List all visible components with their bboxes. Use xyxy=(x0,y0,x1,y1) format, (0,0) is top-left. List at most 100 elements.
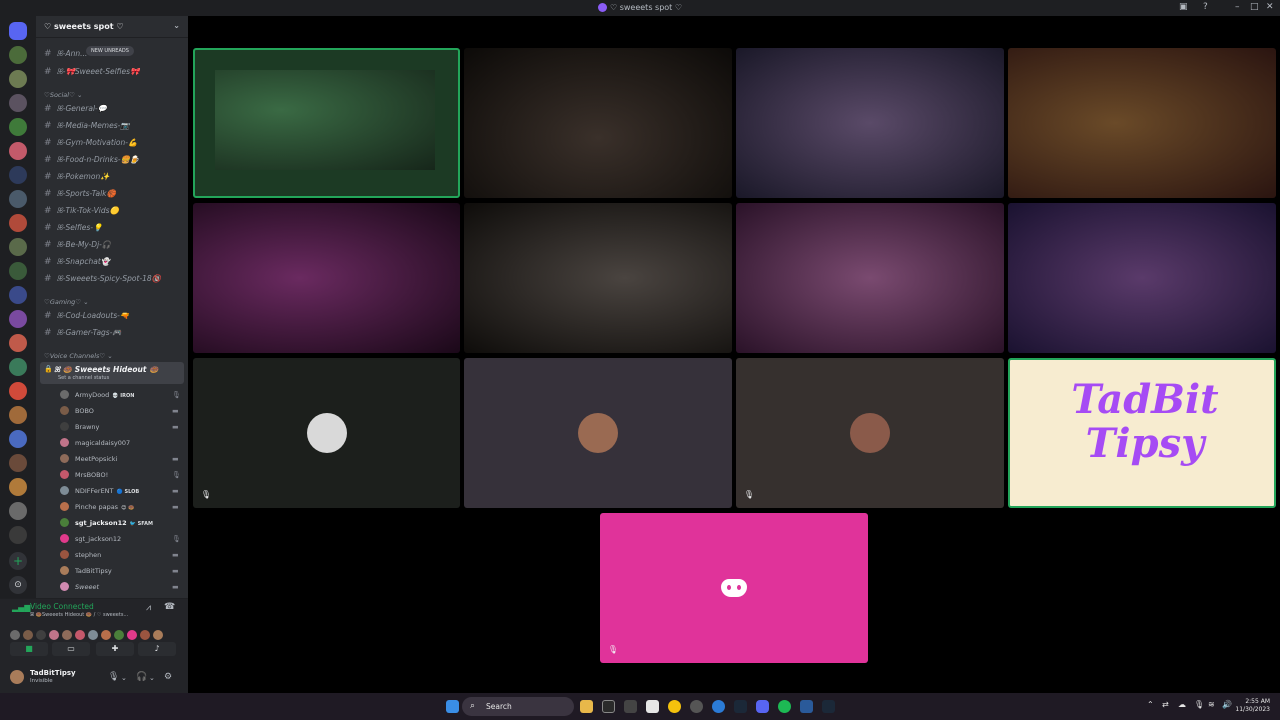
channel-item[interactable]: # ꕤ-Sweeets-Spicy-Spot-18🔞 xyxy=(44,273,161,285)
channel-item[interactable]: # ꕤ-Cod-Loadouts-🔫 xyxy=(44,310,129,322)
channel-item[interactable]: # ꕤ-🎀Sweeet-Selfies🎀 xyxy=(44,66,139,78)
channel-item[interactable]: # ꕤ-Selfies-💡 xyxy=(44,222,102,234)
voice-member[interactable]: stephen ▬ xyxy=(60,548,179,562)
avatar[interactable] xyxy=(23,630,33,640)
taskbar-search[interactable]: ⌕ Search xyxy=(462,697,574,716)
voice-member[interactable]: magicaldaisy007 xyxy=(60,436,130,450)
channel-item[interactable]: # ꕤ-Gamer-Tags-🎮 xyxy=(44,327,122,339)
avatar[interactable] xyxy=(62,630,72,640)
chevron-down-icon[interactable]: ⌄ xyxy=(149,674,155,682)
headphones-icon[interactable]: 🎧 xyxy=(136,672,147,682)
server-icon[interactable] xyxy=(9,166,27,184)
server-icon[interactable] xyxy=(9,334,27,352)
voice-member[interactable]: Sweeet ▬ xyxy=(60,580,179,594)
video-tile[interactable] xyxy=(736,48,1004,198)
server-icon[interactable] xyxy=(9,142,27,160)
steam-icon[interactable] xyxy=(822,700,835,713)
avatar[interactable] xyxy=(114,630,124,640)
video-tile[interactable] xyxy=(1008,203,1276,353)
channel-item[interactable]: # ꕤ-Gym-Motivation-💪 xyxy=(44,137,137,149)
tray-icon[interactable]: 🎙 xyxy=(1194,700,1204,709)
channel-item[interactable]: # ꕤ-Pokemon✨ xyxy=(44,171,110,183)
avatar[interactable] xyxy=(49,630,59,640)
server-icon[interactable] xyxy=(9,526,27,544)
activities-button[interactable]: ✚ xyxy=(96,642,134,656)
clock[interactable]: 2:55 AM 11/30/2023 xyxy=(1235,698,1270,714)
soundboard-button[interactable]: ♪ xyxy=(138,642,176,656)
help-icon[interactable]: ? xyxy=(1203,2,1208,12)
video-tile[interactable] xyxy=(736,203,1004,353)
guild-header[interactable]: ♡ sweeets spot ♡ ⌄ xyxy=(36,16,188,38)
noise-suppression-icon[interactable]: ⩘ xyxy=(146,603,151,613)
category-social[interactable]: ♡Social♡ ⌄ xyxy=(44,91,82,99)
avatar[interactable] xyxy=(36,630,46,640)
discord-icon[interactable] xyxy=(756,700,769,713)
avatar[interactable] xyxy=(153,630,163,640)
voice-member[interactable]: sgt_jackson12 🐦 SFAM xyxy=(60,516,153,530)
category-voice[interactable]: ♡Voice Channels♡ ⌄ xyxy=(44,352,113,360)
voice-member[interactable]: TadBitTipsy ▬ xyxy=(60,564,179,578)
app-icon[interactable] xyxy=(800,700,813,713)
steam-icon[interactable] xyxy=(734,700,747,713)
voice-channel-active[interactable]: 🔒 ꕤ 🍩 Sweeets Hideout 🍩 Set a channel st… xyxy=(40,362,184,384)
chrome-icon[interactable] xyxy=(668,700,681,713)
server-icon[interactable] xyxy=(9,430,27,448)
screen-share-button[interactable]: ▭ xyxy=(52,642,90,656)
discover-icon[interactable]: ⊙ xyxy=(9,576,27,594)
channel-item[interactable]: # ꕤ-Media-Memes-📷 xyxy=(44,120,130,132)
video-tile[interactable] xyxy=(193,48,460,198)
voice-member[interactable]: Brawny ▬ xyxy=(60,420,179,434)
server-icon[interactable] xyxy=(9,70,27,88)
server-icon[interactable] xyxy=(9,478,27,496)
close-button[interactable]: ✕ xyxy=(1266,2,1274,12)
avatar[interactable] xyxy=(10,630,20,640)
voice-member[interactable]: MrsBOBO! 🎙 xyxy=(60,468,181,482)
logo-tile[interactable]: TadBit Tipsy xyxy=(1008,358,1276,508)
video-tile[interactable] xyxy=(193,203,460,353)
voice-member[interactable]: MeetPopsicki ▬ xyxy=(60,452,179,466)
avatar[interactable] xyxy=(127,630,137,640)
server-icon[interactable] xyxy=(9,382,27,400)
channel-item[interactable]: # ꕤ-Sports-Talk🏀 xyxy=(44,188,116,200)
avatar[interactable] xyxy=(88,630,98,640)
signal-icon[interactable]: ▂▄▆ xyxy=(12,603,30,613)
chevron-down-icon[interactable]: ⌄ xyxy=(121,674,127,682)
user-avatar[interactable] xyxy=(10,670,24,684)
volume-icon[interactable]: 🔊 xyxy=(1222,700,1232,709)
add-server-icon[interactable]: + xyxy=(9,552,27,570)
maximize-button[interactable]: □ xyxy=(1250,2,1259,12)
channel-item[interactable]: # ꕤ-Food-n-Drinks-🍔🍺 xyxy=(44,154,139,166)
avatar[interactable] xyxy=(75,630,85,640)
server-icon[interactable] xyxy=(9,238,27,256)
category-gaming[interactable]: ♡Gaming♡ ⌄ xyxy=(44,298,89,306)
avatar-tile[interactable] xyxy=(464,358,732,508)
camera-button[interactable]: ■ xyxy=(10,642,48,656)
settings-gear-icon[interactable]: ⚙ xyxy=(164,672,172,682)
new-unreads-badge[interactable]: NEW UNREADS xyxy=(86,46,134,56)
server-icon[interactable] xyxy=(9,214,27,232)
file-explorer-icon[interactable] xyxy=(580,700,593,713)
disconnect-icon[interactable]: ☎ xyxy=(164,602,175,612)
server-icon[interactable] xyxy=(9,46,27,64)
channel-item[interactable]: # ꕤ-Snapchat👻 xyxy=(44,256,110,268)
discord-tile[interactable]: 🎙 xyxy=(600,513,868,663)
tray-icon[interactable]: ☁ xyxy=(1178,700,1186,709)
voice-member[interactable]: BOBO ▬ xyxy=(60,404,179,418)
avatar-tile[interactable]: 🎙 xyxy=(193,358,460,508)
app-icon[interactable] xyxy=(602,700,615,713)
minimize-button[interactable]: – xyxy=(1235,2,1240,12)
discord-home-icon[interactable] xyxy=(9,22,27,40)
server-icon[interactable] xyxy=(9,454,27,472)
avatar-tile[interactable]: 🎙 xyxy=(736,358,1004,508)
edge-icon[interactable] xyxy=(712,700,725,713)
inbox-icon[interactable]: ▣ xyxy=(1179,2,1188,12)
server-icon[interactable] xyxy=(9,190,27,208)
server-icon[interactable] xyxy=(9,406,27,424)
voice-member[interactable]: ArmyDood 💀 IRON 🎙 xyxy=(60,388,181,402)
channel-item[interactable]: # ꕤ-General-💬 xyxy=(44,103,107,115)
server-icon[interactable] xyxy=(9,118,27,136)
store-icon[interactable] xyxy=(646,700,659,713)
server-icon[interactable] xyxy=(9,358,27,376)
server-icon[interactable] xyxy=(9,94,27,112)
avatar[interactable] xyxy=(140,630,150,640)
